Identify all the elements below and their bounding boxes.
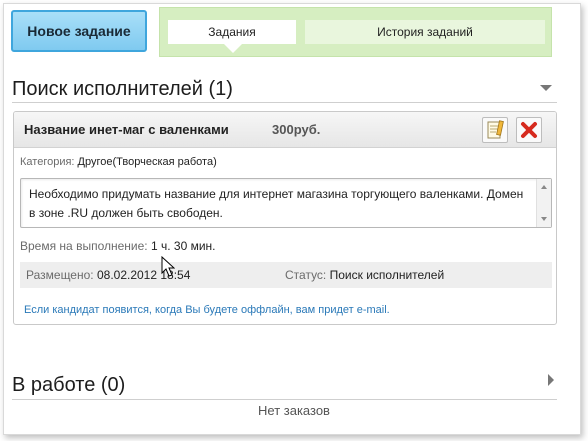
collapse-arrow-icon[interactable] bbox=[540, 85, 552, 91]
task-card-header: Название инет-маг с валенками 300руб. bbox=[14, 112, 556, 148]
new-task-label: Новое задание bbox=[27, 23, 131, 39]
tab-tasks-label: Задания bbox=[208, 25, 256, 39]
status-label: Статус: bbox=[285, 268, 327, 282]
tab-history-label: История заданий bbox=[377, 25, 473, 39]
task-title[interactable]: Название инет-маг с валенками bbox=[24, 122, 229, 137]
scroll-up-icon[interactable] bbox=[541, 185, 547, 189]
description-scrollbar[interactable] bbox=[536, 179, 551, 227]
description-text: Необходимо придумать название для интерн… bbox=[29, 187, 524, 220]
delete-icon bbox=[521, 122, 537, 138]
task-card: Название инет-маг с валенками 300руб. Ка… bbox=[13, 111, 557, 325]
active-tab-pointer bbox=[224, 44, 242, 53]
tab-history[interactable]: История заданий bbox=[305, 20, 545, 44]
scroll-down-icon[interactable] bbox=[541, 217, 547, 221]
offline-notice: Если кандидат появится, когда Вы будете … bbox=[24, 304, 390, 316]
time-row: Время на выполнение: 1 ч. 30 мин. bbox=[20, 239, 216, 253]
delete-button[interactable] bbox=[516, 117, 542, 143]
description-box[interactable]: Необходимо придумать название для интерн… bbox=[20, 178, 552, 228]
time-value: 1 ч. 30 мин. bbox=[150, 239, 216, 253]
tab-tasks[interactable]: Задания bbox=[168, 20, 296, 44]
edit-icon bbox=[487, 120, 504, 139]
status-value: Поиск исполнителей bbox=[329, 268, 445, 282]
empty-orders-text: Нет заказов bbox=[258, 403, 330, 418]
edit-button[interactable] bbox=[482, 117, 508, 143]
time-label: Время на выполнение: bbox=[20, 239, 148, 253]
section-divider bbox=[12, 399, 557, 400]
expand-arrow-icon[interactable] bbox=[548, 374, 554, 386]
work-section-title[interactable]: В работе (0) bbox=[12, 374, 125, 397]
task-price: 300руб. bbox=[272, 122, 321, 137]
status-info: Статус: Поиск исполнителей bbox=[285, 268, 444, 282]
placed-value: 08.02.2012 18:54 bbox=[96, 268, 191, 282]
placed-label: Размещено: bbox=[26, 268, 94, 282]
category-value: Другое(Творческая работа) bbox=[77, 156, 217, 168]
search-section-title[interactable]: Поиск исполнителей (1) bbox=[12, 78, 233, 101]
meta-row: Размещено: 08.02.2012 18:54 Статус: Поис… bbox=[20, 262, 552, 288]
category-label: Категория: bbox=[20, 156, 75, 168]
section-divider bbox=[12, 102, 557, 103]
mouse-cursor-icon bbox=[161, 256, 175, 277]
tabs-bar: Задания История заданий bbox=[159, 7, 552, 57]
new-task-button[interactable]: Новое задание bbox=[11, 10, 147, 52]
category-row: Категория: Другое(Творческая работа) bbox=[20, 156, 217, 168]
